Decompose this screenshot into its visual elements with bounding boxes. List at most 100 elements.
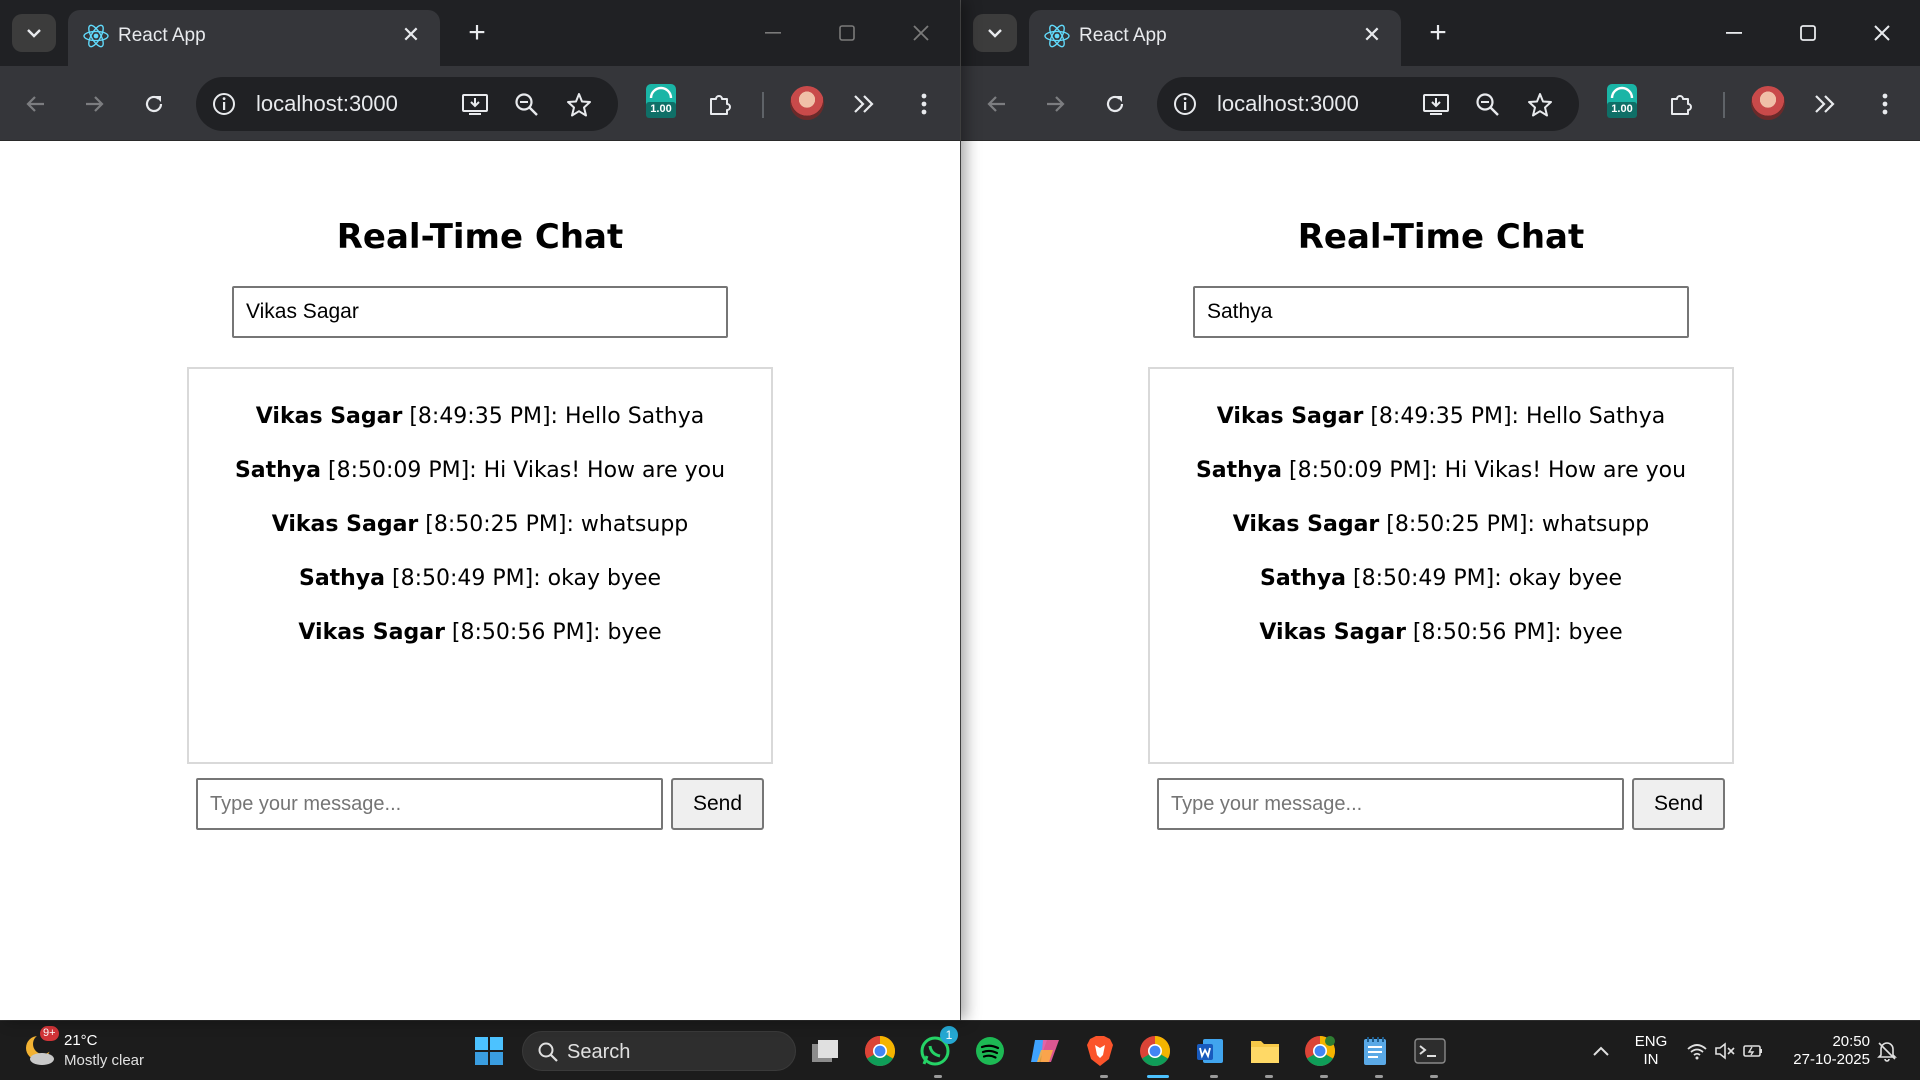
extensions-button[interactable] <box>1663 86 1699 122</box>
address-bar[interactable]: localhost:3000 <box>1157 77 1579 131</box>
message-author: Vikas Sagar <box>255 404 403 429</box>
menu-button[interactable] <box>906 86 942 122</box>
extension-speed-icon[interactable]: 1.00 <box>1607 84 1637 118</box>
extension-speed-icon[interactable]: 1.00 <box>646 84 676 118</box>
new-tab-button[interactable]: + <box>1421 16 1455 50</box>
taskbar-brave[interactable] <box>1081 1032 1119 1070</box>
reload-icon <box>145 95 163 113</box>
notepad-icon <box>1364 1037 1386 1065</box>
message-input[interactable] <box>196 778 663 830</box>
taskbar-copilot[interactable] <box>1026 1032 1064 1070</box>
reload-button[interactable] <box>136 86 172 122</box>
info-icon[interactable] <box>210 90 238 118</box>
message-author: Vikas Sagar <box>298 620 445 645</box>
message-author: Sathya <box>234 458 321 483</box>
zoom-button[interactable] <box>1473 90 1503 120</box>
tab-title: React App <box>118 25 206 46</box>
maximize-button[interactable] <box>1785 14 1831 52</box>
chat-message: Vikas Sagar [8:50:25 PM]: whatsupp <box>189 511 771 539</box>
tab-search-button[interactable] <box>973 14 1017 52</box>
bell-dnd-icon <box>1877 1042 1897 1062</box>
taskbar-search[interactable]: Search <box>522 1031 796 1071</box>
forward-button[interactable] <box>76 86 112 122</box>
taskbar-spotify[interactable] <box>971 1032 1009 1070</box>
browser-tab[interactable]: React App ✕ <box>1029 10 1401 66</box>
minimize-button[interactable] <box>750 14 796 52</box>
clock[interactable]: 20:50 27-10-2025 <box>1780 1033 1870 1069</box>
page-content: Real-Time Chat Vikas Sagar [8:49:35 PM]:… <box>0 141 960 1020</box>
extensions-button[interactable] <box>702 86 738 122</box>
chat-message: Vikas Sagar [8:49:35 PM]: Hello Sathya <box>1150 403 1732 431</box>
reload-button[interactable] <box>1097 86 1133 122</box>
browser-window-left: React App ✕ + localhost:3000 1.00 Real-T… <box>0 0 960 1020</box>
spotify-icon <box>976 1037 1004 1065</box>
start-button[interactable] <box>470 1032 508 1070</box>
bookmark-button[interactable] <box>564 90 594 120</box>
task-view-button[interactable] <box>806 1032 844 1070</box>
double-chevron-right-icon <box>1815 95 1835 113</box>
language-region: IN <box>1643 1051 1659 1068</box>
weather-widget[interactable]: 9+ 21°C Mostly clear <box>22 1026 202 1074</box>
word-icon <box>1197 1039 1223 1063</box>
username-input[interactable] <box>1193 286 1689 338</box>
taskbar-chrome-active[interactable] <box>1136 1032 1174 1070</box>
menu-button[interactable] <box>1867 86 1903 122</box>
back-button[interactable] <box>979 86 1015 122</box>
notifications-button[interactable] <box>1868 1032 1906 1070</box>
taskbar-notepad[interactable] <box>1356 1032 1394 1070</box>
desktop: React App ✕ + localhost:3000 1.00 Real-T… <box>0 0 1920 1080</box>
install-app-button[interactable] <box>1421 90 1451 120</box>
install-app-button[interactable] <box>460 90 490 120</box>
info-icon[interactable] <box>1171 90 1199 118</box>
address-bar[interactable]: localhost:3000 <box>196 77 618 131</box>
more-tools-button[interactable] <box>846 86 882 122</box>
close-window-button[interactable] <box>898 14 944 52</box>
browser-tab[interactable]: React App ✕ <box>68 10 440 66</box>
zoom-button[interactable] <box>512 90 542 120</box>
maximize-icon <box>1800 25 1816 41</box>
message-author: Vikas Sagar <box>271 512 419 537</box>
message-author: Sathya <box>298 566 386 591</box>
weather-alert-badge: 9+ <box>40 1026 59 1041</box>
tab-close-icon[interactable]: ✕ <box>1357 20 1387 50</box>
terminal-icon <box>1414 1038 1446 1064</box>
profile-avatar[interactable] <box>790 86 824 120</box>
send-button[interactable]: Send <box>1632 778 1725 830</box>
system-tray-status[interactable] <box>1680 1032 1770 1070</box>
url-text: localhost:3000 <box>1217 91 1359 116</box>
taskbar-word[interactable] <box>1191 1032 1229 1070</box>
taskbar-whatsapp[interactable]: 1 <box>916 1026 958 1070</box>
more-tools-button[interactable] <box>1807 86 1843 122</box>
bookmark-button[interactable] <box>1525 90 1555 120</box>
forward-button[interactable] <box>1037 86 1073 122</box>
kebab-menu-icon <box>1882 93 1888 115</box>
extension-badge-text: 1.00 <box>650 103 672 115</box>
taskbar-terminal[interactable] <box>1411 1032 1449 1070</box>
chrome-icon <box>1140 1036 1171 1067</box>
username-input[interactable] <box>232 286 728 338</box>
minimize-button[interactable] <box>1711 14 1757 52</box>
tab-close-icon[interactable]: ✕ <box>396 20 426 50</box>
chat-message: Sathya [8:50:49 PM]: okay byee <box>1150 565 1732 593</box>
message-text: [8:50:09 PM]: Hi Vikas! How are you <box>1282 458 1687 483</box>
taskbar-chrome[interactable] <box>861 1032 899 1070</box>
message-input[interactable] <box>1157 778 1624 830</box>
close-window-button[interactable] <box>1859 14 1905 52</box>
minimize-icon <box>765 32 781 34</box>
language-indicator[interactable]: ENG IN <box>1628 1033 1674 1069</box>
back-button[interactable] <box>18 86 54 122</box>
tab-search-button[interactable] <box>12 14 56 52</box>
chevron-down-icon <box>988 29 1002 38</box>
taskbar-file-explorer[interactable] <box>1246 1032 1284 1070</box>
star-icon <box>1528 93 1552 117</box>
profile-avatar[interactable] <box>1751 86 1785 120</box>
toolbar-separator <box>762 92 764 118</box>
new-tab-button[interactable]: + <box>460 16 494 50</box>
maximize-button[interactable] <box>824 14 870 52</box>
message-text: [8:49:35 PM]: Hello Sathya <box>402 404 705 429</box>
show-hidden-icons-button[interactable] <box>1582 1032 1620 1070</box>
taskbar-chrome-profile[interactable] <box>1301 1032 1339 1070</box>
whatsapp-badge: 1 <box>940 1026 958 1044</box>
send-button[interactable]: Send <box>671 778 764 830</box>
battery-charging-icon <box>1743 1045 1762 1057</box>
